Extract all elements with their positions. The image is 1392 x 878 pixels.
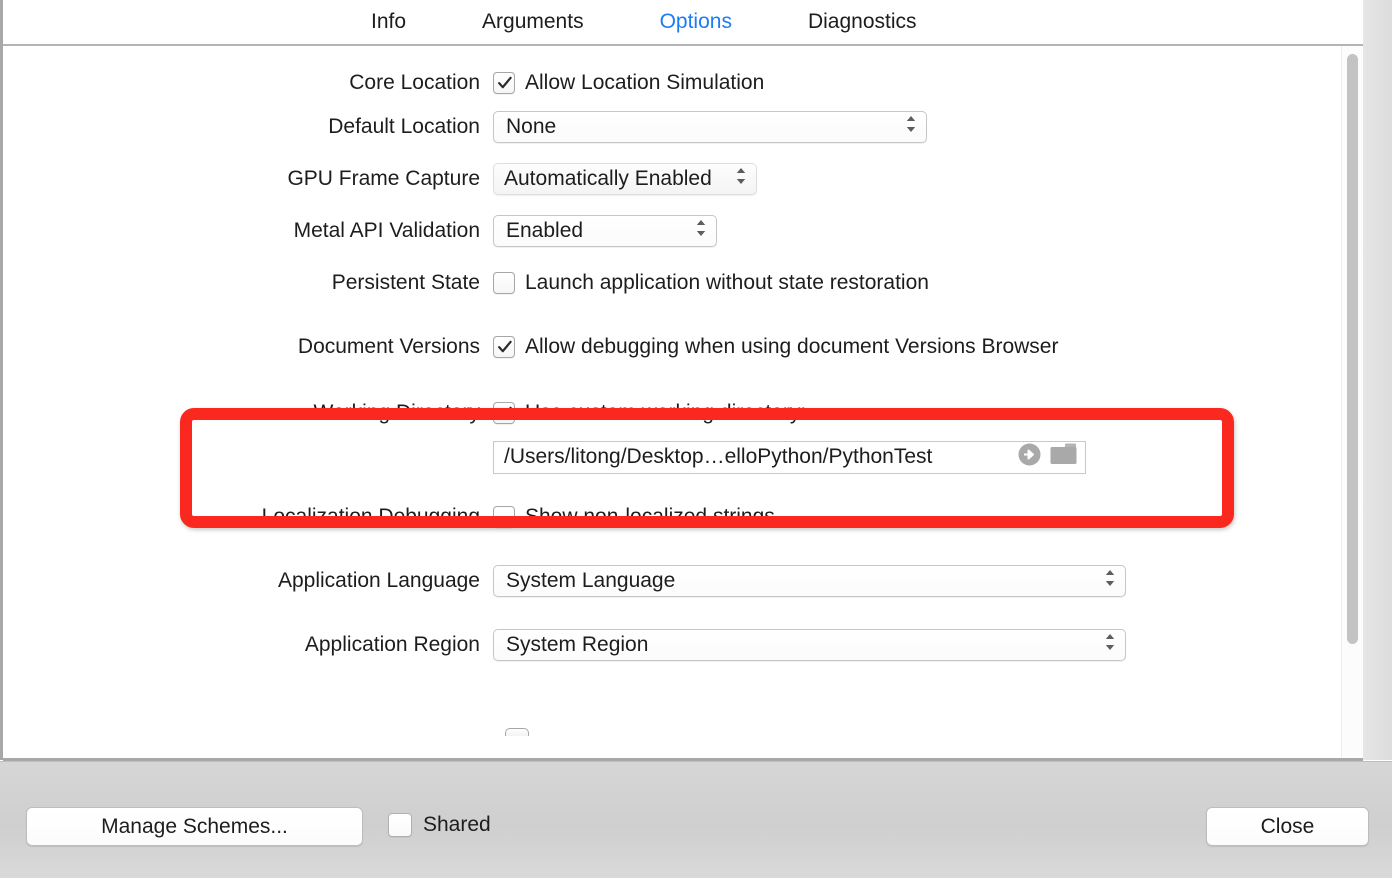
- document-versions-label: Document Versions: [297, 335, 480, 358]
- application-region-label: Application Region: [304, 633, 480, 656]
- application-language-select[interactable]: System Language: [493, 565, 1126, 597]
- row-working-directory-path: /Users/litong/Desktop…elloPython/PythonT…: [3, 440, 1341, 474]
- row-persistent-state: Persistent State Launch application with…: [3, 266, 1341, 300]
- default-location-value: None: [506, 115, 557, 138]
- scheme-editor-window: Info Arguments Options Diagnostics Core …: [0, 0, 1392, 878]
- tab-bar: Info Arguments Options Diagnostics: [3, 0, 1392, 44]
- close-button[interactable]: Close: [1206, 807, 1369, 846]
- row-application-language: Application Language System Language: [3, 564, 1341, 598]
- chevron-updown-icon: [1103, 567, 1117, 595]
- tab-options[interactable]: Options: [622, 0, 770, 44]
- allow-debugging-versions-browser-checkbox[interactable]: [493, 336, 515, 358]
- persistent-state-label: Persistent State: [331, 271, 480, 294]
- checkmark-icon: [498, 406, 512, 419]
- tab-arguments[interactable]: Arguments: [444, 0, 622, 44]
- core-location-label: Core Location: [349, 71, 480, 94]
- options-rows: Core Location Allow Location Simulation …: [3, 46, 1341, 662]
- tab-info[interactable]: Info: [333, 0, 444, 44]
- row-default-location: Default Location None: [3, 110, 1341, 144]
- show-non-localized-strings-checkbox[interactable]: [493, 506, 515, 528]
- metal-api-validation-label: Metal API Validation: [293, 219, 480, 242]
- default-location-label: Default Location: [328, 115, 480, 138]
- chevron-updown-icon: [694, 217, 708, 245]
- checkmark-icon: [498, 76, 512, 89]
- row-metal-api-validation: Metal API Validation Enabled: [3, 214, 1341, 248]
- launch-without-state-restoration-checkbox[interactable]: [493, 272, 515, 294]
- chevron-updown-icon: [734, 165, 748, 193]
- row-core-location: Core Location Allow Location Simulation: [3, 66, 1341, 100]
- localization-debugging-label: Localization Debugging: [261, 505, 480, 528]
- chevron-updown-icon: [1103, 631, 1117, 659]
- application-region-select[interactable]: System Region: [493, 629, 1126, 661]
- use-custom-working-directory-checkbox[interactable]: [493, 402, 515, 424]
- scrollbar-thumb[interactable]: [1347, 54, 1358, 644]
- allow-debugging-versions-browser-label: Allow debugging when using document Vers…: [525, 335, 1059, 358]
- metal-api-validation-select[interactable]: Enabled: [493, 215, 717, 247]
- working-directory-path-value: /Users/litong/Desktop…elloPython/PythonT…: [504, 445, 933, 468]
- tab-diagnostics[interactable]: Diagnostics: [770, 0, 955, 44]
- checkmark-icon: [498, 340, 512, 353]
- options-scroll-pane: Core Location Allow Location Simulation …: [3, 46, 1341, 760]
- working-directory-path-input[interactable]: /Users/litong/Desktop…elloPython/PythonT…: [493, 440, 1086, 474]
- shared-checkbox[interactable]: [388, 813, 412, 837]
- gpu-frame-capture-select[interactable]: Automatically Enabled: [493, 163, 757, 195]
- application-region-value: System Region: [506, 633, 649, 656]
- vertical-scrollbar[interactable]: [1341, 46, 1363, 760]
- manage-schemes-button[interactable]: Manage Schemes...: [26, 807, 363, 846]
- use-custom-working-directory-label: Use custom working directory:: [525, 401, 807, 424]
- folder-icon[interactable]: [1049, 442, 1079, 473]
- row-gpu-frame-capture: GPU Frame Capture Automatically Enabled: [3, 162, 1341, 196]
- allow-location-simulation-checkbox[interactable]: [493, 72, 515, 94]
- working-directory-label: Working Directory: [313, 401, 480, 424]
- shared-control: Shared: [388, 813, 491, 837]
- default-location-select[interactable]: None: [493, 111, 927, 143]
- gpu-frame-capture-label: GPU Frame Capture: [287, 167, 480, 190]
- row-application-region: Application Region System Region: [3, 628, 1341, 662]
- row-localization-debugging: Localization Debugging Show non-localize…: [3, 500, 1341, 534]
- row-document-versions: Document Versions Allow debugging when u…: [3, 330, 1341, 364]
- show-non-localized-strings-label: Show non-localized strings: [525, 505, 775, 528]
- row-working-directory: Working Directory Use custom working dir…: [3, 396, 1341, 430]
- shared-label: Shared: [423, 813, 491, 836]
- window-right-edge: [1363, 0, 1392, 760]
- metal-api-validation-value: Enabled: [506, 219, 584, 242]
- arrow-right-circle-icon[interactable]: [1017, 442, 1042, 473]
- application-language-value: System Language: [506, 569, 676, 592]
- application-language-label: Application Language: [277, 569, 480, 592]
- clipped-checkbox-below-fold: [505, 728, 529, 736]
- launch-without-state-restoration-label: Launch application without state restora…: [525, 271, 929, 294]
- gpu-frame-capture-value: Automatically Enabled: [504, 167, 712, 190]
- allow-location-simulation-label: Allow Location Simulation: [525, 71, 765, 94]
- chevron-updown-icon: [904, 113, 918, 141]
